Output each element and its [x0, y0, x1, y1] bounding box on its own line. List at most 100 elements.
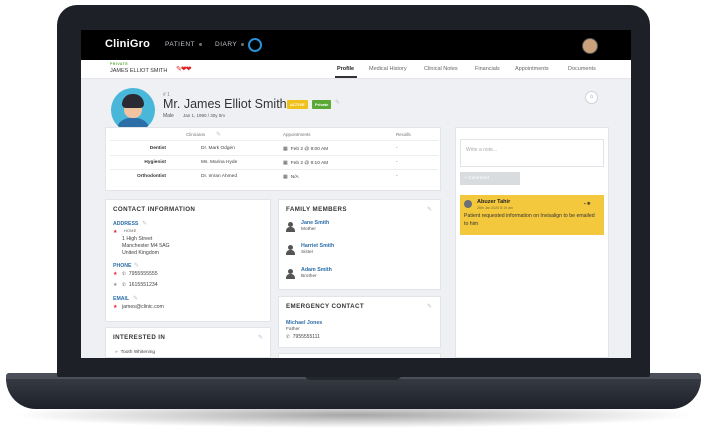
- edit-icon[interactable]: ✎: [427, 303, 432, 310]
- patient-avatar[interactable]: [111, 88, 155, 132]
- note-actions: ▪ ✱: [584, 201, 591, 207]
- section-title: CONTACT INFORMATION: [113, 206, 196, 213]
- tab-profile[interactable]: Profile: [337, 66, 354, 72]
- star-icon: ★: [113, 229, 118, 235]
- clinician-name[interactable]: Ms. Marina Hyde: [201, 160, 237, 165]
- column-header-recalls: Recalls: [396, 132, 411, 137]
- address-line: United Kingdom: [122, 250, 159, 256]
- home-icon[interactable]: ⌂: [585, 91, 598, 104]
- emergency-panel: EMERGENCY CONTACT ✎ Michael Jones Father…: [278, 296, 441, 348]
- person-icon: [286, 269, 295, 279]
- phone-number[interactable]: ✆ 7955555555: [122, 271, 158, 278]
- comment-button[interactable]: + Comment: [460, 172, 520, 185]
- clinician-name[interactable]: Dr. Mark Odgen: [201, 146, 235, 151]
- note-input[interactable]: Write a note...: [460, 139, 604, 167]
- recall-cell: -: [396, 146, 398, 151]
- top-navbar: CliniGro PATIENT DIARY: [81, 30, 631, 60]
- clinicians-panel: Clinicians ✎ Appointments Recalls Dentis…: [105, 127, 441, 191]
- pin-icon[interactable]: ✱: [587, 201, 591, 206]
- tab-documents[interactable]: Documents: [568, 66, 596, 72]
- dot-icon: [198, 42, 202, 46]
- app-logo[interactable]: CliniGro: [105, 38, 150, 50]
- calendar-icon: ▦: [283, 146, 288, 152]
- address-type: HOME: [124, 229, 137, 233]
- edit-icon[interactable]: ✎: [133, 295, 138, 302]
- contact-panel: CONTACT INFORMATION ADDRESS ✎ ★ HOME 1 H…: [105, 199, 271, 322]
- tab-clinical-notes[interactable]: Clinical Notes: [424, 66, 458, 72]
- phone-icon: ✆: [122, 282, 126, 287]
- patient-subbar: PRIVATE JAMES ELLIOT SMITH ✎❤❤ Profile M…: [81, 60, 631, 79]
- address-line: Manchester M4 5AG: [122, 243, 170, 249]
- appointment-cell[interactable]: ▦ Feb 2 @ 9:00 AM: [283, 146, 328, 152]
- person-icon: [286, 245, 295, 255]
- family-member-relation: Brother: [301, 274, 317, 279]
- trash-icon[interactable]: ▪: [584, 201, 586, 206]
- section-title: INTERESTED IN: [113, 334, 166, 341]
- interest-item: » Tooth Whitening: [115, 350, 156, 355]
- tab-medical-history[interactable]: Medical History: [369, 66, 407, 72]
- note-date: 26th Jan 2020 8:19 am: [477, 206, 513, 210]
- edit-icon[interactable]: ✎: [142, 220, 147, 227]
- patient-dob: Jan 1, 1990 / 30y 0m: [181, 112, 228, 119]
- star-icon: ★: [113, 282, 118, 288]
- email-address[interactable]: james@clinic.com: [122, 304, 164, 311]
- emergency-contact-relation: Father: [286, 327, 300, 332]
- note-author: Abuzer Tahir: [477, 199, 511, 205]
- tab-appointments[interactable]: Appointments: [515, 66, 549, 72]
- edit-icon[interactable]: ✎: [134, 262, 139, 269]
- edit-icon[interactable]: ✎: [427, 206, 432, 213]
- nav-patient[interactable]: PATIENT: [165, 41, 202, 48]
- user-avatar[interactable]: [582, 38, 598, 54]
- patient-type-badge: Private: [312, 100, 332, 109]
- recall-cell: -: [396, 160, 398, 165]
- avatar: [464, 200, 472, 208]
- email-label: EMAIL: [113, 296, 130, 302]
- edit-icon[interactable]: ✎: [258, 334, 263, 341]
- medical-alert-icon[interactable]: ✎❤❤: [176, 65, 192, 73]
- patient-header: # 1 Mr. James Elliot Smith ACTIVE Privat…: [81, 79, 631, 132]
- phone-icon: ✆: [286, 334, 290, 339]
- clinician-role: Hygienist: [144, 160, 166, 165]
- section-title: EMERGENCY CONTACT: [286, 303, 365, 310]
- nav-diary[interactable]: DIARY: [215, 41, 245, 48]
- star-icon: ★: [113, 304, 118, 310]
- appointment-cell[interactable]: ▦ Feb 2 @ 9:10 AM: [283, 160, 328, 166]
- more-panel: [278, 353, 441, 358]
- section-title: FAMILY MEMBERS: [286, 206, 347, 213]
- person-icon: [286, 222, 295, 232]
- edit-icon[interactable]: ✎: [335, 99, 340, 106]
- phone-number[interactable]: ✆ 1615551234: [122, 282, 158, 289]
- address-line: 1 High Street: [122, 236, 153, 242]
- active-tab-indicator: [335, 76, 357, 78]
- subbar-patient-name: JAMES ELLIOT SMITH: [110, 68, 168, 74]
- address-label: ADDRESS: [113, 221, 139, 227]
- note-card: Abuzer Tahir 26th Jan 2020 8:19 am ▪ ✱ P…: [460, 195, 604, 235]
- emergency-contact-name[interactable]: Michael Jones: [286, 320, 322, 326]
- phone-label: PHONE: [113, 263, 132, 269]
- edit-icon[interactable]: ✎: [216, 131, 221, 138]
- column-header-clinicians: Clinicians: [186, 132, 206, 137]
- interested-panel: INTERESTED IN ✎ » Tooth Whitening: [105, 327, 271, 358]
- patient-gender: Male: [163, 113, 174, 119]
- notes-panel: Write a note... + Comment Abuzer Tahir 2…: [455, 127, 609, 358]
- phone-icon: ✆: [122, 271, 126, 276]
- calendar-icon: ▦: [283, 174, 288, 180]
- family-member-name[interactable]: Jane Smith: [301, 220, 329, 226]
- calendar-icon: ▦: [283, 160, 288, 166]
- emergency-contact-phone[interactable]: ✆ 7955555111: [286, 334, 320, 340]
- clinician-name[interactable]: Dr. Imran Ahmed: [201, 174, 237, 179]
- app-screen: CliniGro PATIENT DIARY PRIVATE JAMES ELL…: [81, 30, 631, 358]
- recall-cell: -: [396, 174, 398, 179]
- appointment-cell[interactable]: ▦ N/A: [283, 174, 299, 180]
- family-member-relation: Mother: [301, 227, 316, 232]
- tab-financials[interactable]: Financials: [475, 66, 500, 72]
- clinician-role: Dentist: [149, 146, 166, 151]
- column-header-appointments: Appointments: [283, 132, 311, 137]
- loading-ring-icon: [248, 38, 262, 52]
- family-panel: FAMILY MEMBERS ✎ Jane Smith Mother Harri…: [278, 199, 441, 290]
- family-member-name[interactable]: Harriet Smith: [301, 243, 334, 249]
- clinician-role: Orthodontist: [136, 174, 166, 179]
- privacy-tag: PRIVATE: [110, 62, 129, 66]
- status-badge: ACTIVE: [287, 100, 308, 109]
- family-member-name[interactable]: Adam Smith: [301, 267, 332, 273]
